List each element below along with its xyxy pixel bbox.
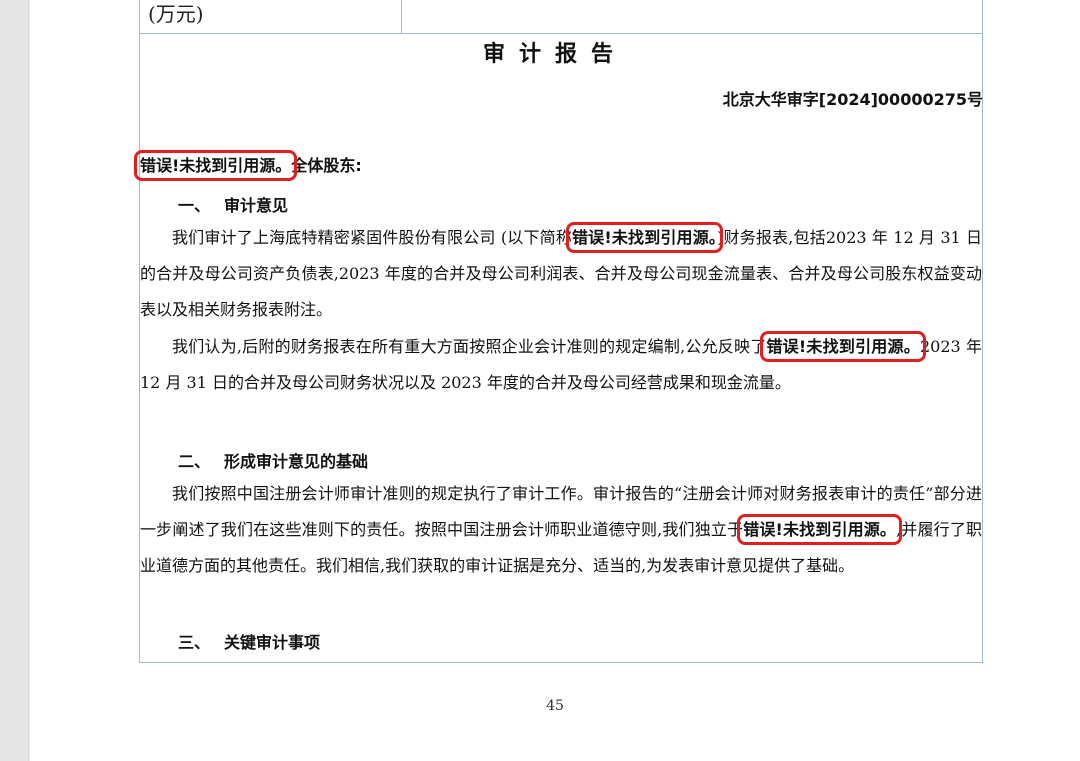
- paragraph-opinion: 我们认为,后附的财务报表在所有重大方面按照企业会计准则的规定编制,公允反映了错误…: [140, 329, 982, 401]
- section-number: 一、: [178, 196, 211, 215]
- table-column-divider: [401, 0, 402, 33]
- paragraph-audit-scope: 我们审计了上海底特精密紧固件股份有限公司 (以下简称错误!未找到引用源。)财务报…: [140, 220, 982, 328]
- section-heading-audit-opinion: 一、 审计意见: [178, 192, 288, 216]
- section-title: 审计意见: [224, 196, 289, 215]
- addressee-line: 错误!未找到引用源。全体股东:: [133, 150, 362, 181]
- paragraph-text: 我们认为,后附的财务报表在所有重大方面按照企业会计准则的规定编制,公允反映了: [172, 337, 767, 356]
- viewer-gutter: [0, 0, 29, 761]
- report-title: 审计报告: [482, 42, 627, 67]
- paragraph-basis: 我们按照中国注册会计师审计准则的规定执行了审计工作。审计报告的“注册会计师对财务…: [140, 476, 982, 584]
- reference-error-field: 错误!未找到引用源。: [760, 331, 926, 362]
- unit-label: (万元): [148, 2, 204, 26]
- section-heading-basis: 二、 形成审计意见的基础: [178, 448, 368, 472]
- reference-error-field: 错误!未找到引用源。: [565, 222, 724, 253]
- section-title: 形成审计意见的基础: [224, 452, 369, 471]
- section-title: 关键审计事项: [224, 633, 321, 652]
- reference-error-field: 错误!未找到引用源。: [737, 514, 903, 545]
- reference-error-field: 错误!未找到引用源。: [133, 150, 298, 181]
- section-number: 三、: [178, 633, 211, 652]
- section-number: 二、: [178, 452, 211, 471]
- report-reference-number: 北京大华审字[2024]00000275号: [722, 90, 983, 109]
- addressee-text: 全体股东:: [291, 156, 362, 175]
- document-page: (万元) 审计报告 北京大华审字[2024]00000275号 错误!未找到引用…: [30, 0, 1080, 761]
- page-number: 45: [546, 698, 564, 714]
- previous-table-cell: (万元): [148, 0, 204, 26]
- previous-table-bottom: [139, 0, 983, 34]
- paragraph-text: 我们审计了上海底特精密紧固件股份有限公司 (以下简称: [172, 228, 572, 247]
- section-heading-key-matters: 三、 关键审计事项: [178, 629, 320, 653]
